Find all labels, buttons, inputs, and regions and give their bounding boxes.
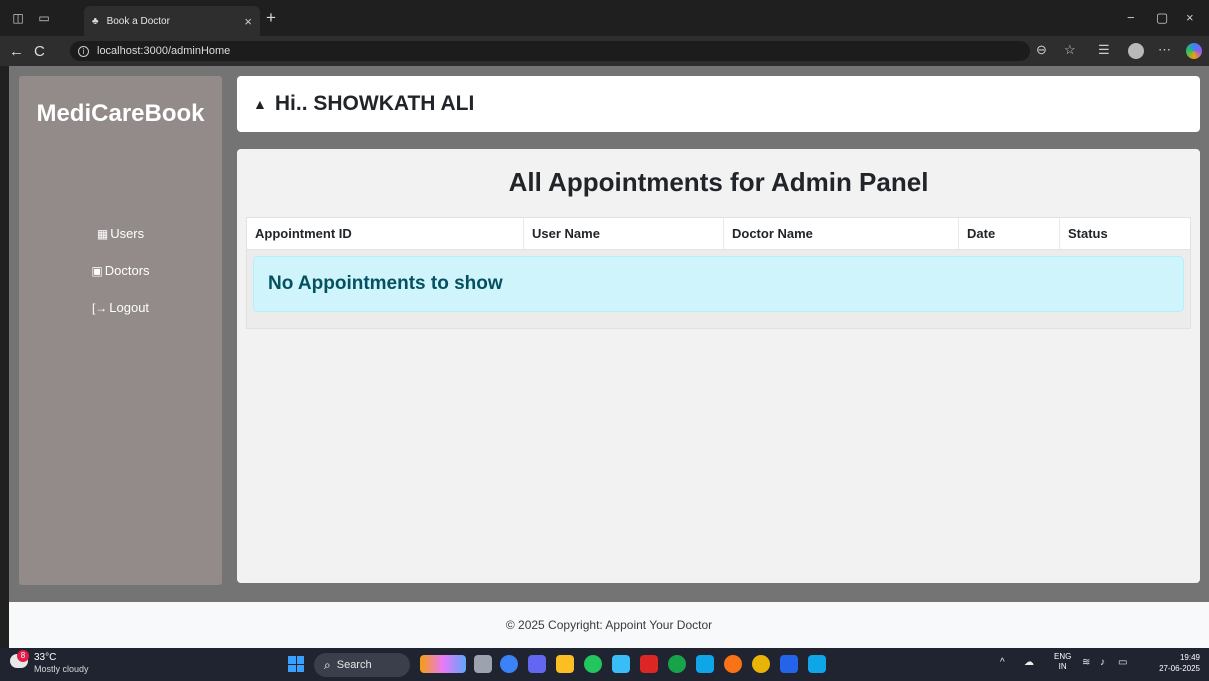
page-footer: © 2025 Copyright: Appoint Your Doctor xyxy=(9,602,1209,648)
mcafee-icon[interactable] xyxy=(640,655,658,673)
tab-actions-icon[interactable]: ▭ xyxy=(36,10,52,26)
edge-icon[interactable] xyxy=(584,655,602,673)
region-code: IN xyxy=(1058,662,1067,671)
tab-close-icon[interactable]: × xyxy=(244,14,252,29)
empty-state-message: No Appointments to show xyxy=(268,273,503,294)
word-icon[interactable] xyxy=(780,655,798,673)
tab-favicon-icon: ♣ xyxy=(92,15,99,27)
app-icon[interactable] xyxy=(696,655,714,673)
sidebar-item-logout[interactable]: [→ Logout xyxy=(19,300,222,315)
tray-overflow-icon[interactable]: ^ xyxy=(1000,657,1005,668)
workspaces-icon[interactable]: ◫ xyxy=(10,10,26,26)
new-tab-button[interactable]: + xyxy=(266,9,276,26)
column-header-status: Status xyxy=(1068,226,1108,241)
column-header-date: Date xyxy=(959,218,1060,249)
window-close-icon[interactable]: × xyxy=(1186,10,1194,25)
greeting-text: Hi.. SHOWKATH ALI xyxy=(274,92,475,115)
weather-temperature[interactable]: 33°C xyxy=(34,652,56,663)
taskbar-search[interactable]: ⌕ Search xyxy=(314,653,410,677)
url-field[interactable]: i localhost:3000/adminHome xyxy=(70,41,1030,61)
copyright-text: © 2025 Copyright: Appoint Your Doctor xyxy=(505,618,713,632)
profile-avatar[interactable] xyxy=(1128,43,1144,59)
column-header-doctor-name: Doctor Name xyxy=(724,218,959,249)
battery-icon[interactable]: ▭ xyxy=(1118,657,1127,668)
task-view-icon[interactable] xyxy=(474,655,492,673)
page-viewport: MediCareBook ▦ Users ▣ Doctors [→ Logout… xyxy=(9,66,1209,648)
doctor-icon: ▣ xyxy=(91,263,103,278)
teams-icon[interactable] xyxy=(528,655,546,673)
sidebar-item-label: Logout xyxy=(109,300,150,315)
brand-title: MediCareBook xyxy=(36,100,205,127)
column-header-appointment-id: Appointment ID xyxy=(247,218,524,249)
vscode-icon[interactable] xyxy=(808,655,826,673)
sidebar-item-users[interactable]: ▦ Users xyxy=(19,226,222,241)
search-icon: ⌕ xyxy=(324,657,331,672)
copilot-icon[interactable] xyxy=(1186,43,1202,59)
clock-time: 19:49 xyxy=(1179,653,1200,662)
sidebar-item-doctors[interactable]: ▣ Doctors xyxy=(19,263,222,278)
empty-state-alert: No Appointments to show xyxy=(253,256,1184,312)
more-options-icon[interactable]: ⋯ xyxy=(1158,42,1171,58)
favorite-star-icon[interactable]: ☆ xyxy=(1064,42,1076,58)
minimize-icon[interactable]: − xyxy=(1127,10,1135,25)
volume-icon[interactable]: ♪ xyxy=(1100,657,1105,668)
table-header-row: Appointment ID User Name Doctor Name Dat… xyxy=(247,218,1190,250)
copilot-app-icon[interactable] xyxy=(500,655,518,673)
widgets-icon[interactable] xyxy=(420,655,466,673)
browser-tab[interactable]: ♣ Book a Doctor × xyxy=(84,6,260,36)
sidebar: MediCareBook ▦ Users ▣ Doctors [→ Logout xyxy=(19,76,222,585)
favorites-list-icon[interactable]: ☰ xyxy=(1098,42,1110,58)
file-explorer-icon[interactable] xyxy=(556,655,574,673)
windows-start-icon[interactable] xyxy=(288,656,304,672)
store-icon[interactable] xyxy=(612,655,630,673)
onedrive-icon[interactable]: ☁ xyxy=(1024,657,1034,668)
refresh-icon[interactable]: C xyxy=(34,43,50,60)
header-card: ▲ Hi.. SHOWKATH ALI xyxy=(237,76,1200,132)
whatsapp-icon[interactable] xyxy=(668,655,686,673)
appointments-card: All Appointments for Admin Panel Appoint… xyxy=(237,149,1200,583)
sidebar-item-label: Doctors xyxy=(104,263,150,278)
page-title: All Appointments for Admin Panel xyxy=(508,167,929,197)
language-code: ENG xyxy=(1054,652,1072,661)
appointments-table: Appointment ID User Name Doctor Name Dat… xyxy=(246,217,1191,329)
bell-icon[interactable]: ▲ xyxy=(253,96,267,112)
logout-icon: [→ xyxy=(91,300,108,315)
back-icon[interactable]: ← xyxy=(9,43,25,60)
sidebar-item-label: Users xyxy=(110,226,145,241)
chrome-icon[interactable] xyxy=(724,655,742,673)
clock-date: 27-06-2025 xyxy=(1159,664,1200,673)
wifi-icon[interactable]: ≋ xyxy=(1082,657,1090,668)
chrome-profile-icon[interactable] xyxy=(752,655,770,673)
weather-badge: 8 xyxy=(17,650,29,662)
clock[interactable]: 19:49 27-06-2025 xyxy=(1156,652,1200,674)
calendar-icon: ▦ xyxy=(96,226,109,241)
url-text: localhost:3000/adminHome xyxy=(97,45,231,57)
search-label: Search xyxy=(336,659,372,671)
column-header-user-name: User Name xyxy=(524,218,724,249)
maximize-icon[interactable]: ▢ xyxy=(1156,10,1168,26)
weather-description[interactable]: Mostly cloudy xyxy=(34,664,89,674)
site-info-icon[interactable]: i xyxy=(78,45,89,57)
language-indicator[interactable]: ENG IN xyxy=(1054,652,1071,672)
tab-title: Book a Doctor xyxy=(106,15,170,27)
reader-icon[interactable]: ⊖ xyxy=(1036,42,1047,58)
